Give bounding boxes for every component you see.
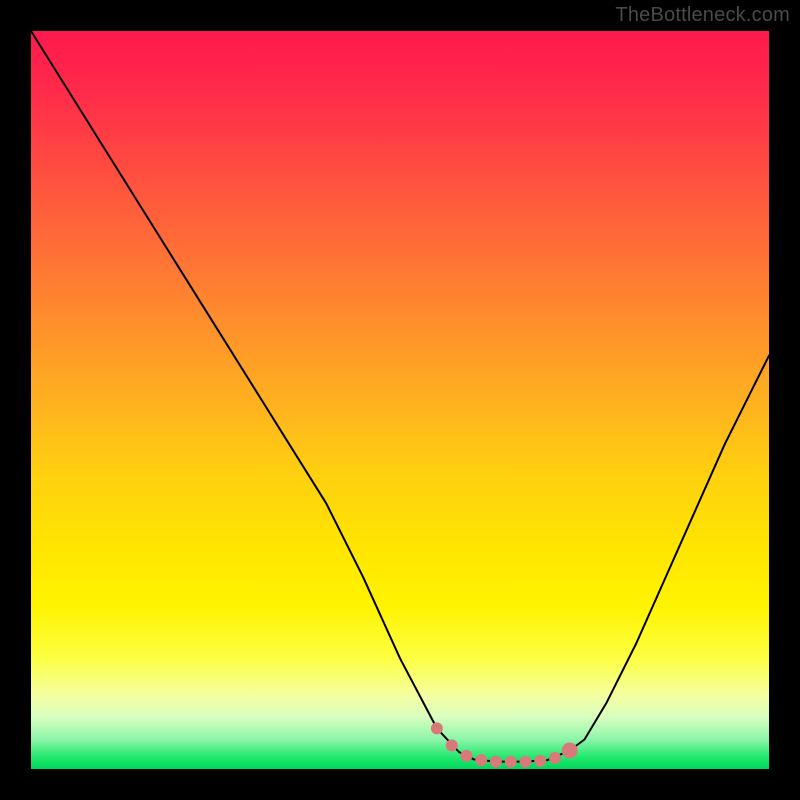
- fit-marker: [490, 756, 502, 768]
- fit-marker: [446, 739, 458, 751]
- fit-marker: [505, 756, 517, 768]
- fit-marker: [562, 743, 578, 759]
- fit-marker: [475, 754, 487, 766]
- fit-marker: [460, 750, 472, 762]
- watermark-text: TheBottleneck.com: [615, 4, 790, 27]
- fit-marker: [431, 722, 443, 734]
- chart-svg: [31, 31, 769, 769]
- chart-frame: TheBottleneck.com: [0, 0, 800, 800]
- plot-area: [31, 31, 769, 769]
- fit-marker: [520, 756, 532, 768]
- curve-path: [31, 31, 769, 762]
- fit-marker: [534, 755, 546, 767]
- bottleneck-curve: [31, 31, 769, 762]
- fit-marker: [549, 752, 561, 764]
